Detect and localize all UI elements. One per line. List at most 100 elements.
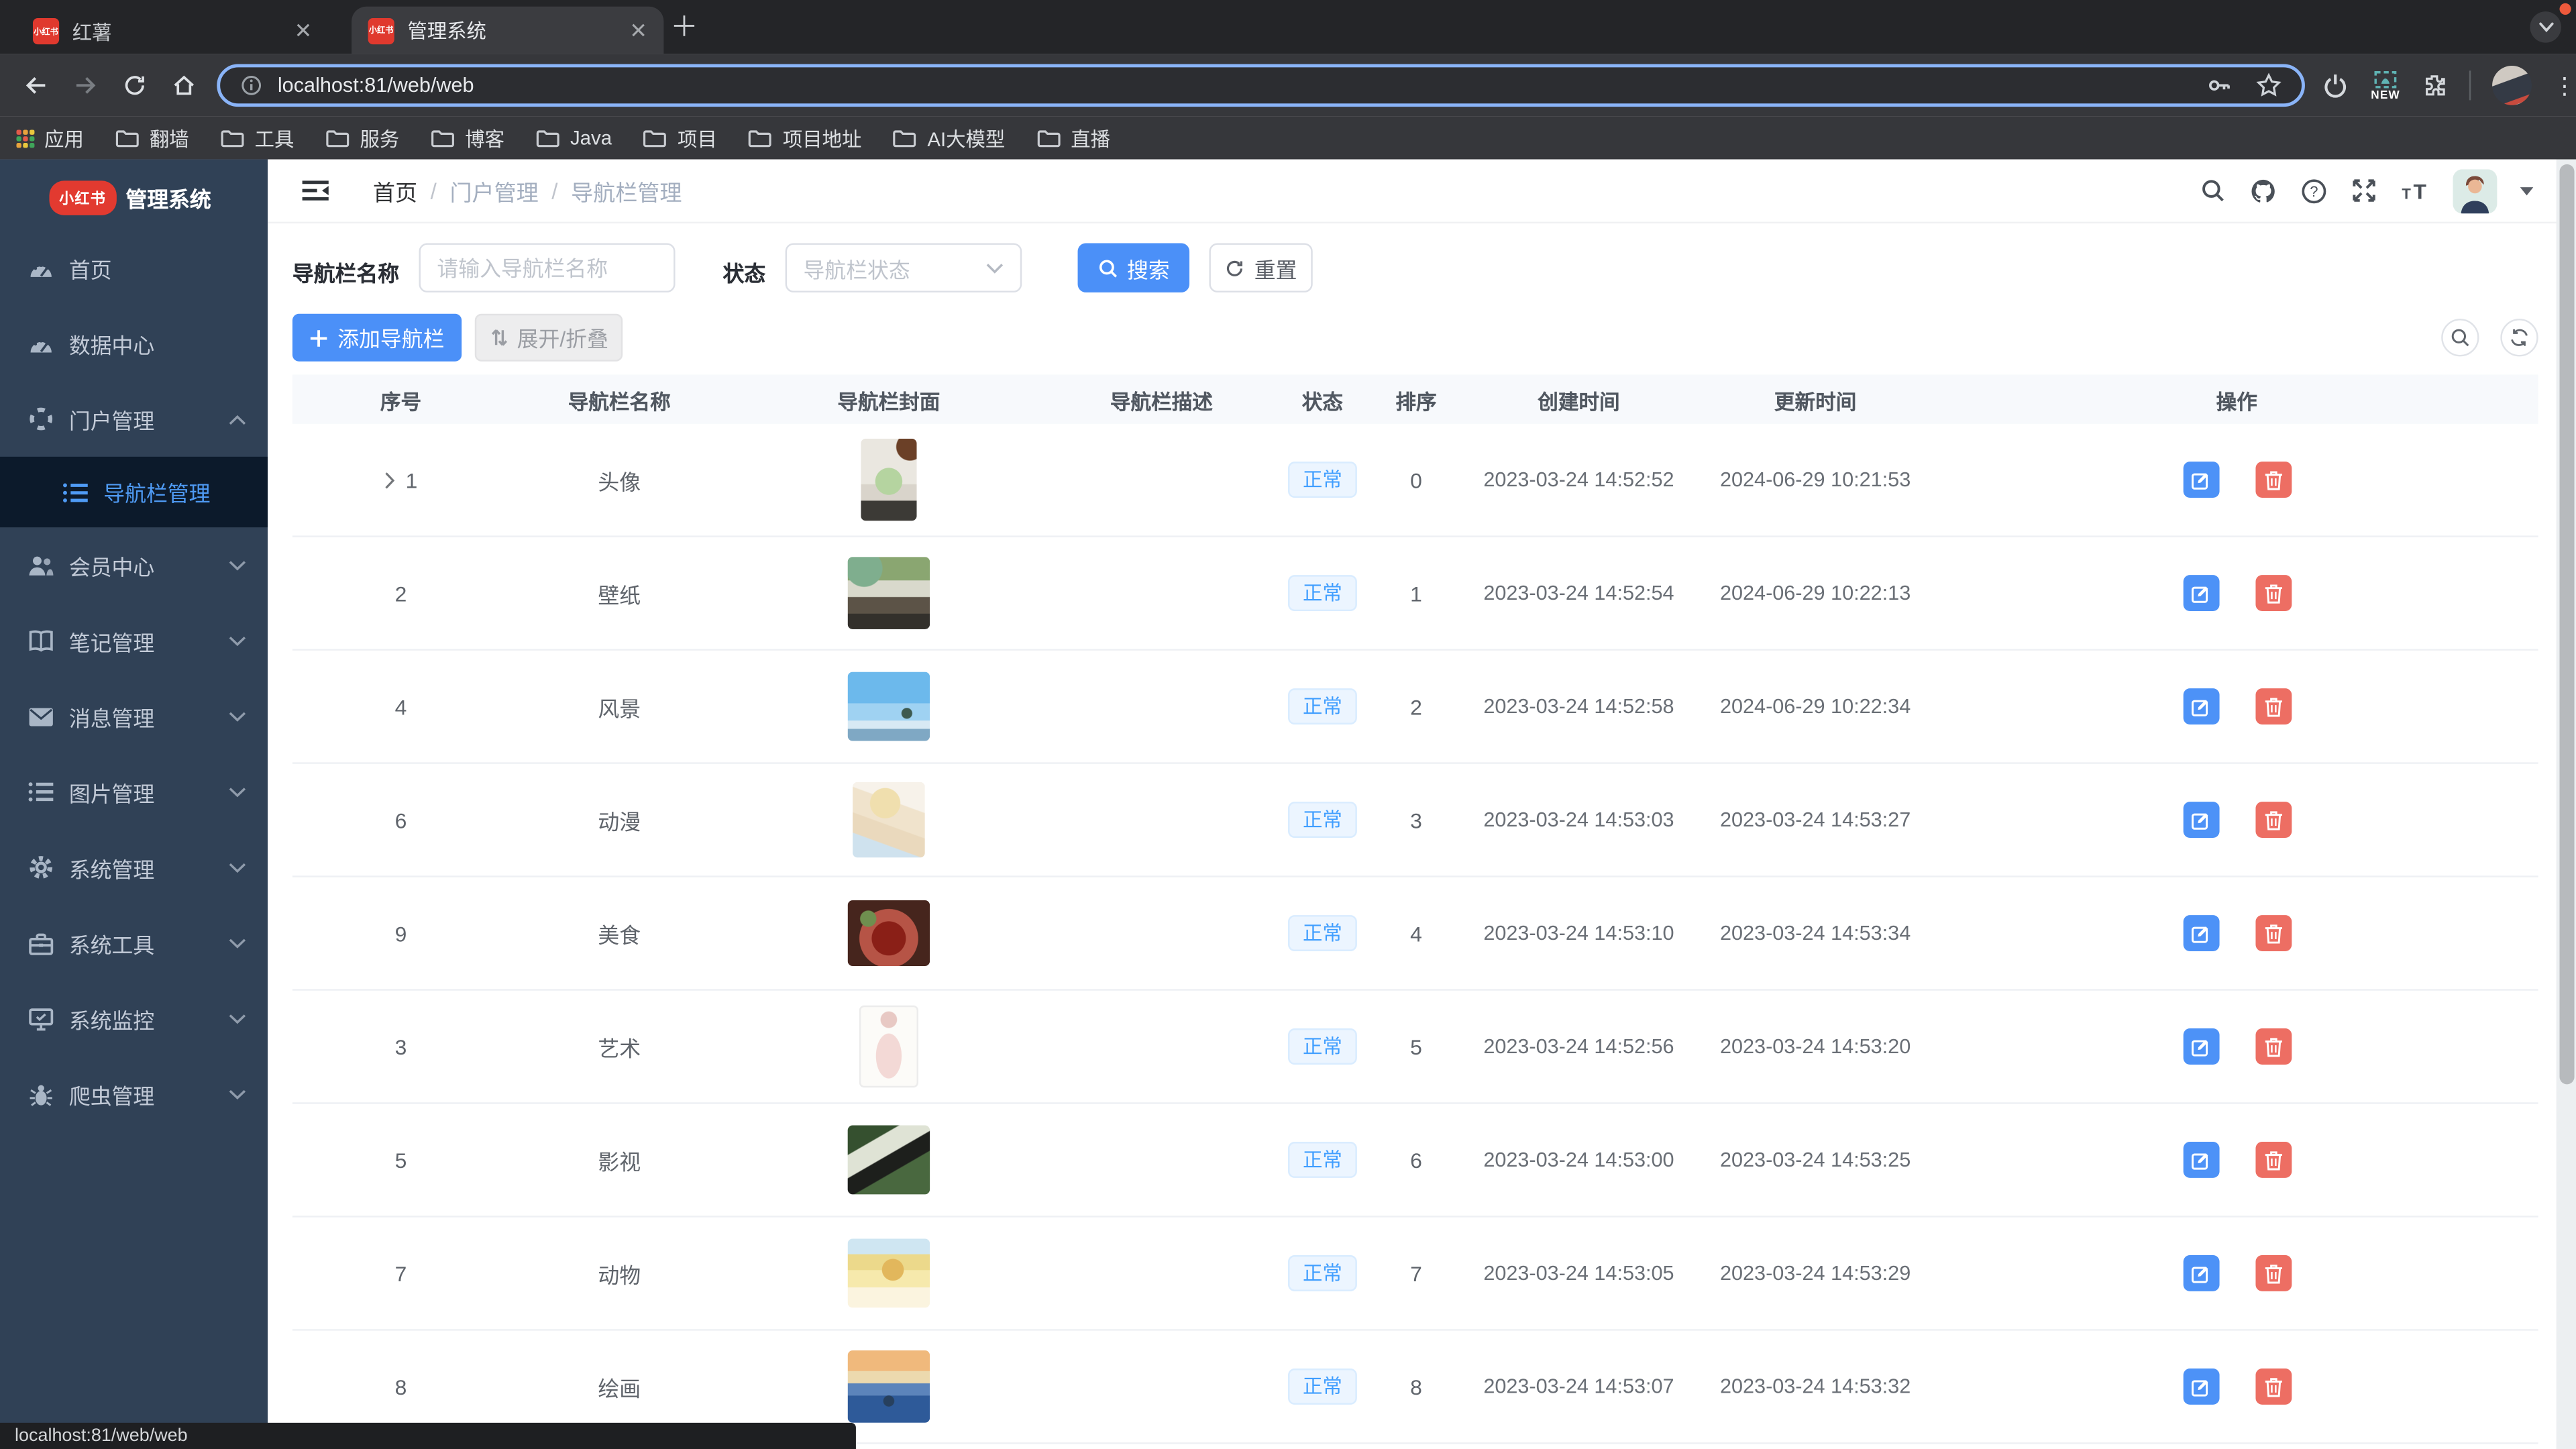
row-cover-image[interactable] bbox=[853, 782, 925, 858]
delete-button[interactable] bbox=[2255, 1142, 2291, 1178]
sidebar-item-消息管理[interactable]: 消息管理 bbox=[0, 678, 268, 754]
sidebar-item-系统监控[interactable]: 系统监控 bbox=[0, 981, 268, 1057]
reload-icon[interactable] bbox=[121, 72, 148, 99]
edit-button[interactable] bbox=[2182, 1028, 2218, 1065]
delete-button[interactable] bbox=[2255, 802, 2291, 838]
search-button[interactable]: 搜索 bbox=[1078, 243, 1190, 292]
breadcrumb-home[interactable]: 首页 bbox=[373, 174, 417, 207]
bookmark-item[interactable]: 项目地址 bbox=[748, 124, 861, 152]
sidebar-item-图片管理[interactable]: 图片管理 bbox=[0, 754, 268, 830]
bookmark-item[interactable]: 工具 bbox=[220, 124, 294, 152]
row-updated: 2023-03-24 14:53:27 bbox=[1720, 808, 1911, 831]
bookmark-item[interactable]: 翻墙 bbox=[115, 124, 189, 152]
new-tab-button[interactable]: ＋ bbox=[670, 10, 698, 46]
cell-sort: 6 bbox=[1370, 1148, 1462, 1173]
bookmark-item[interactable]: 直播 bbox=[1036, 124, 1110, 152]
delete-button[interactable] bbox=[2255, 915, 2291, 951]
reset-button[interactable]: 重置 bbox=[1209, 243, 1312, 292]
home-icon[interactable] bbox=[171, 72, 197, 99]
scrollbar-thumb[interactable] bbox=[2559, 164, 2573, 1084]
status-select[interactable]: 导航栏状态 bbox=[786, 243, 1022, 292]
search-button-label: 搜索 bbox=[1127, 252, 1170, 284]
row-updated: 2023-03-24 14:53:29 bbox=[1720, 1262, 1911, 1285]
delete-button[interactable] bbox=[2255, 1028, 2291, 1065]
breadcrumb-portal[interactable]: 门户管理 bbox=[449, 174, 538, 207]
row-cover-image[interactable] bbox=[848, 1239, 930, 1308]
close-icon[interactable]: ✕ bbox=[294, 18, 313, 44]
browser-profile-avatar[interactable] bbox=[2492, 66, 2532, 105]
forward-icon[interactable] bbox=[72, 72, 99, 99]
row-cover-image[interactable] bbox=[848, 900, 930, 966]
sidebar-collapse-icon[interactable] bbox=[301, 177, 330, 203]
sidebar-subitem-导航栏管理[interactable]: 导航栏管理 bbox=[0, 457, 268, 527]
extensions-puzzle-icon[interactable] bbox=[2422, 72, 2448, 99]
search-icon[interactable] bbox=[2200, 177, 2226, 203]
browser-tab-active[interactable]: 小红书 管理系统 ✕ bbox=[352, 7, 663, 54]
nav-name-input[interactable] bbox=[419, 243, 675, 292]
help-icon[interactable]: ? bbox=[2300, 176, 2328, 205]
url-bar[interactable]: localhost:81/web/web bbox=[217, 64, 2305, 107]
chevron-down-icon[interactable] bbox=[2520, 186, 2534, 195]
edit-button[interactable] bbox=[2182, 462, 2218, 498]
font-size-icon[interactable]: TT bbox=[2400, 177, 2430, 203]
power-extension-icon[interactable] bbox=[2322, 72, 2350, 100]
fullscreen-icon[interactable] bbox=[2351, 177, 2377, 203]
search-icon bbox=[1097, 257, 1119, 278]
edit-button[interactable] bbox=[2182, 915, 2218, 951]
edit-button[interactable] bbox=[2182, 575, 2218, 611]
sidebar-item-系统工具[interactable]: 系统工具 bbox=[0, 905, 268, 981]
show-search-button[interactable] bbox=[2441, 319, 2479, 356]
edit-button[interactable] bbox=[2182, 802, 2218, 838]
chevron-down-icon bbox=[228, 635, 246, 647]
sidebar-item-门户管理[interactable]: 门户管理 bbox=[0, 381, 268, 457]
row-cover-image[interactable] bbox=[848, 1350, 930, 1423]
back-icon[interactable] bbox=[23, 72, 49, 99]
bookmark-item[interactable]: 博客 bbox=[431, 124, 504, 152]
password-key-icon[interactable] bbox=[2206, 72, 2233, 99]
refresh-table-button[interactable] bbox=[2500, 319, 2538, 356]
browser-menu-icon[interactable]: ⋮ bbox=[2553, 72, 2576, 100]
bookmark-star-icon[interactable] bbox=[2256, 72, 2282, 99]
tab-search-icon[interactable] bbox=[2530, 11, 2561, 43]
close-icon[interactable]: ✕ bbox=[629, 17, 647, 44]
url-text[interactable]: localhost:81/web/web bbox=[278, 74, 2184, 97]
page-scrollbar[interactable] bbox=[2557, 160, 2576, 1449]
sidebar-item-会员中心[interactable]: 会员中心 bbox=[0, 527, 268, 603]
sidebar-item-数据中心[interactable]: 数据中心 bbox=[0, 306, 268, 382]
github-icon[interactable] bbox=[2249, 176, 2277, 205]
bookmark-item[interactable]: 服务 bbox=[325, 124, 399, 152]
row-cover-image[interactable] bbox=[848, 557, 930, 629]
bookmark-item[interactable]: 项目 bbox=[643, 124, 717, 152]
edit-button[interactable] bbox=[2182, 1142, 2218, 1178]
row-cover-image[interactable] bbox=[861, 439, 916, 521]
edit-button[interactable] bbox=[2182, 1255, 2218, 1291]
sidebar-item-label: 首页 bbox=[69, 252, 112, 284]
delete-button[interactable] bbox=[2255, 1368, 2291, 1405]
user-avatar[interactable] bbox=[2453, 168, 2497, 213]
edit-button[interactable] bbox=[2182, 1368, 2218, 1405]
delete-button[interactable] bbox=[2255, 1255, 2291, 1291]
expand-collapse-button[interactable]: 展开/折叠 bbox=[475, 314, 623, 362]
row-expand-icon[interactable] bbox=[384, 471, 396, 489]
row-cover-image[interactable] bbox=[848, 672, 930, 741]
edit-button[interactable] bbox=[2182, 688, 2218, 724]
sidebar-item-首页[interactable]: 首页 bbox=[0, 230, 268, 306]
row-sort: 2 bbox=[1410, 694, 1422, 719]
add-nav-button[interactable]: 添加导航栏 bbox=[292, 314, 462, 362]
sidebar-item-爬虫管理[interactable]: 爬虫管理 bbox=[0, 1057, 268, 1132]
bookmark-item[interactable]: 应用 bbox=[16, 124, 83, 152]
bookmark-item[interactable]: AI大模型 bbox=[893, 124, 1005, 152]
sidebar-item-系统管理[interactable]: 系统管理 bbox=[0, 830, 268, 906]
ring-icon bbox=[28, 406, 54, 432]
new-extension-icon[interactable]: NEW bbox=[2371, 70, 2400, 101]
row-cover-image[interactable] bbox=[859, 1006, 918, 1087]
sidebar-item-笔记管理[interactable]: 笔记管理 bbox=[0, 603, 268, 679]
row-created: 2023-03-24 14:53:07 bbox=[1483, 1375, 1674, 1398]
delete-button[interactable] bbox=[2255, 575, 2291, 611]
delete-button[interactable] bbox=[2255, 462, 2291, 498]
delete-button[interactable] bbox=[2255, 688, 2291, 724]
row-cover-image[interactable] bbox=[848, 1126, 930, 1195]
bookmark-item[interactable]: Java bbox=[536, 127, 612, 150]
site-info-icon[interactable] bbox=[240, 74, 263, 97]
browser-tab-inactive[interactable]: 小红书 红薯 ✕ bbox=[16, 8, 328, 54]
